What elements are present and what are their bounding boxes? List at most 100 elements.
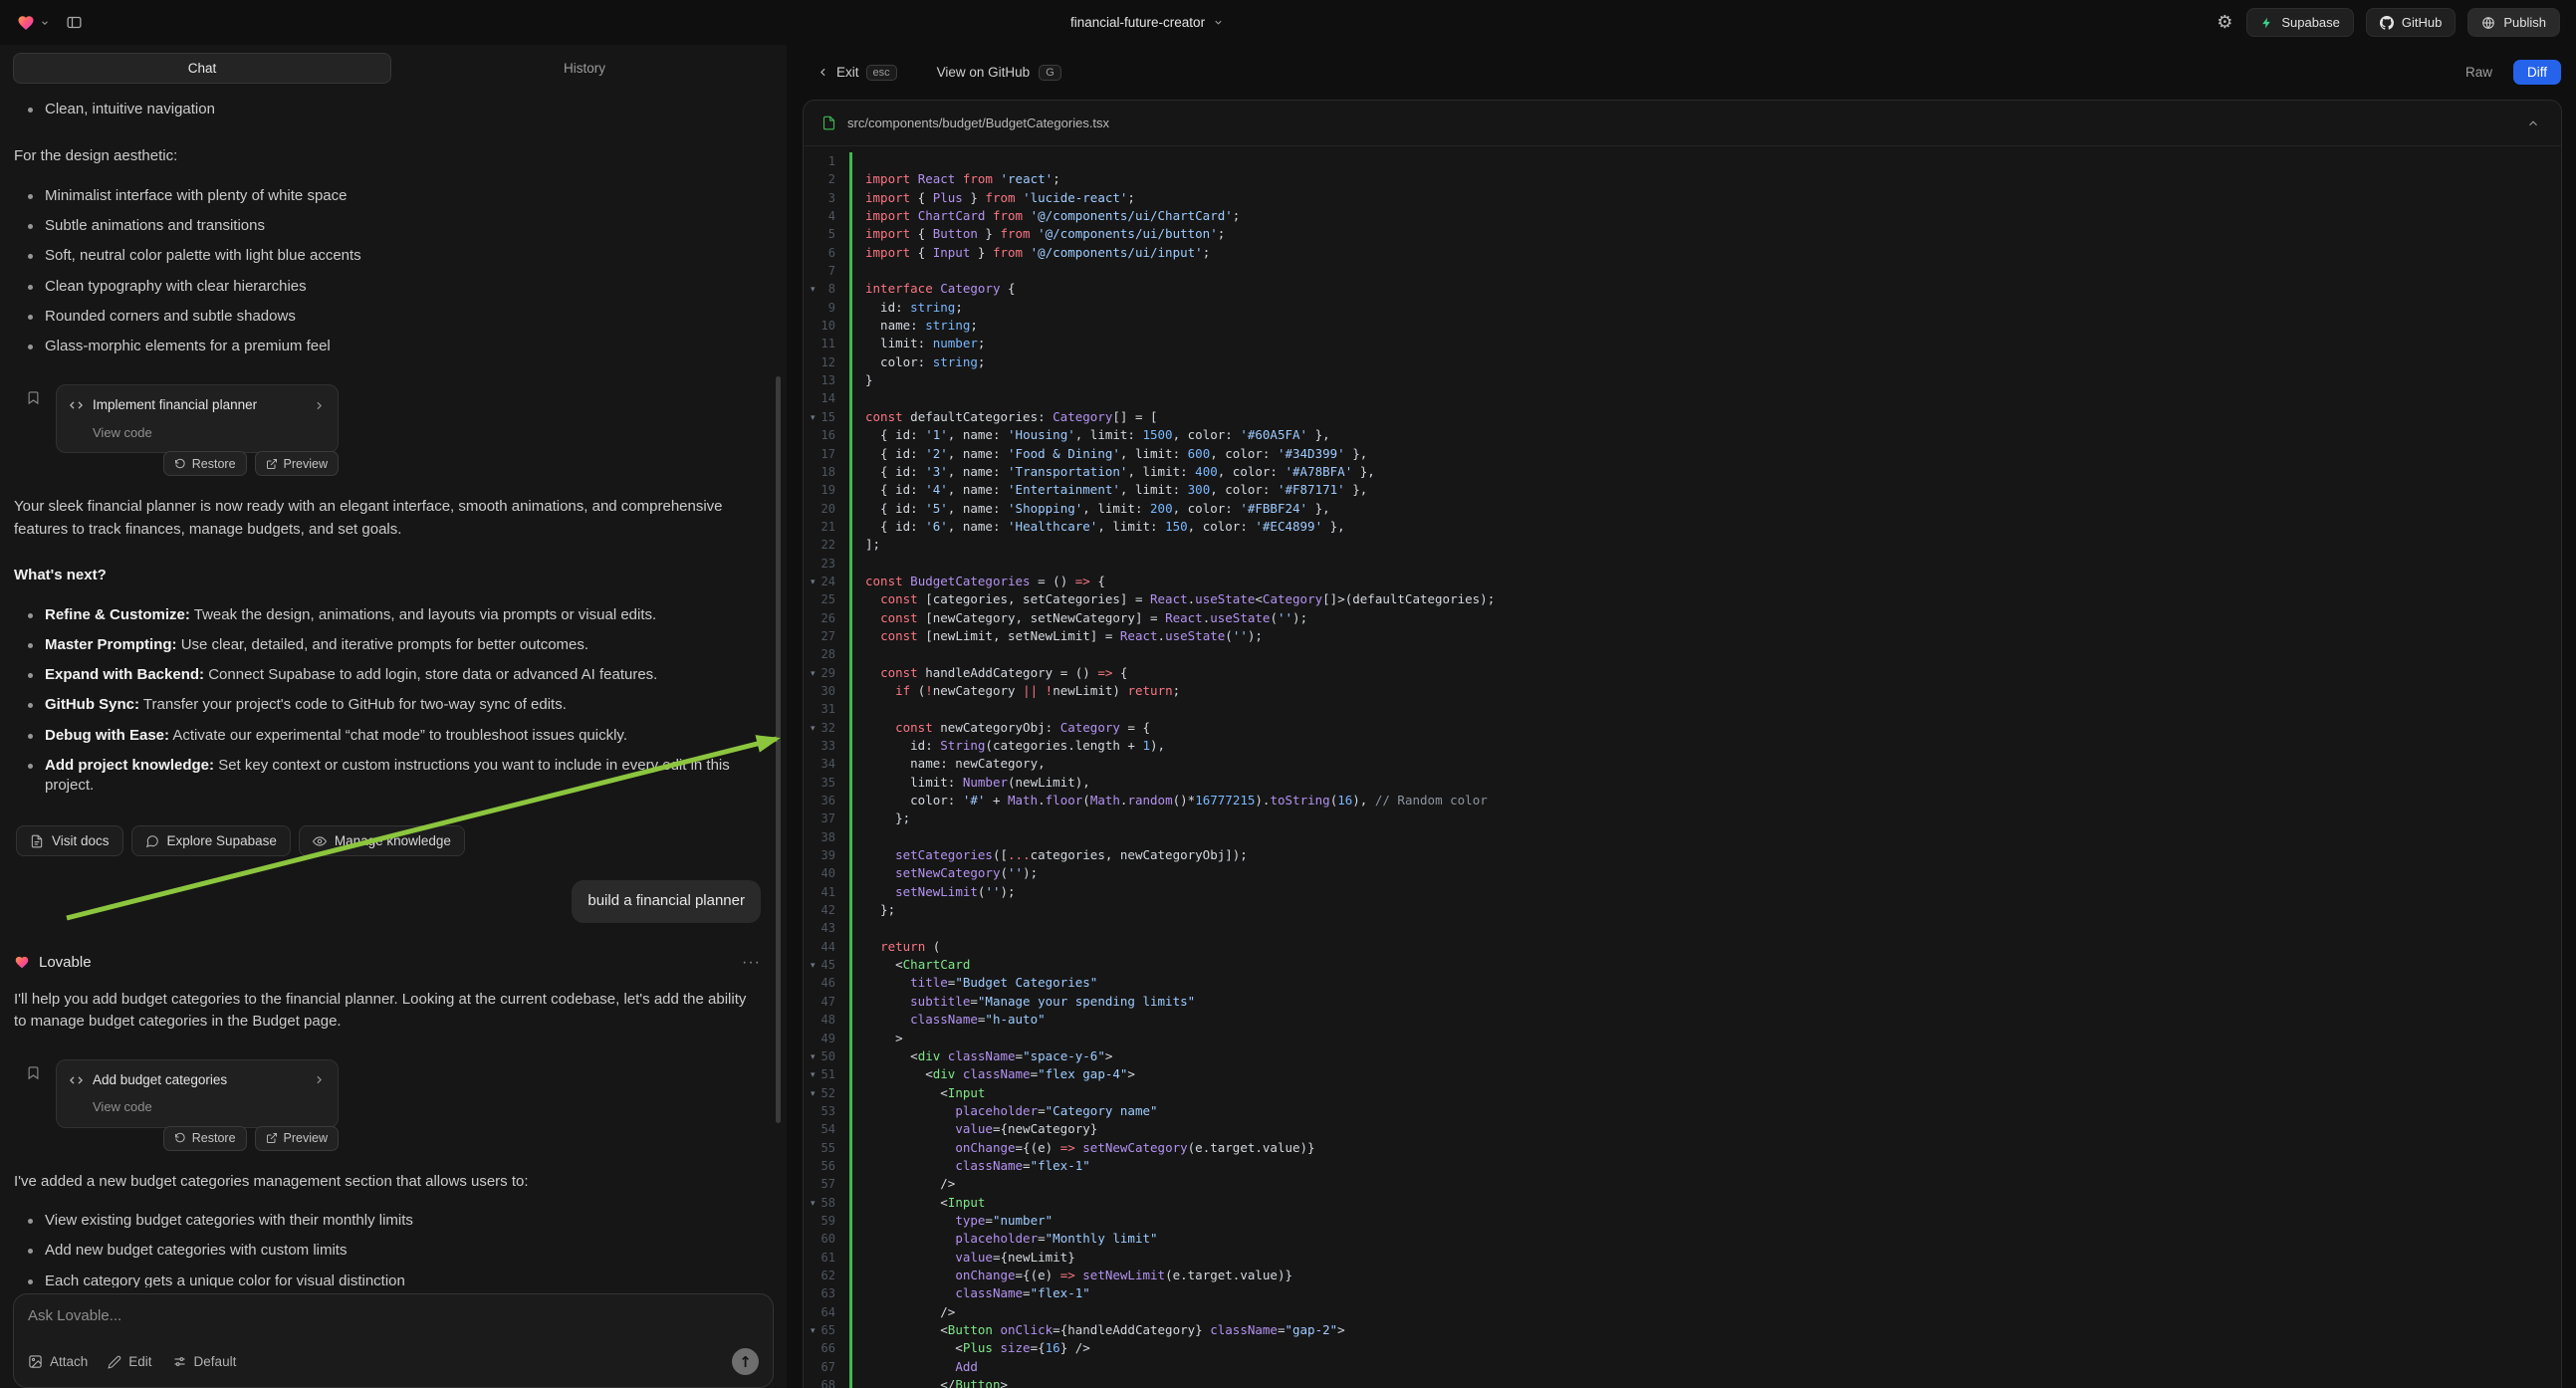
tab-chat[interactable]: Chat <box>13 53 391 84</box>
code-line-text: <ChartCard <box>849 956 2561 974</box>
code-line: ▾50 <div className="space-y-6"> <box>804 1047 2561 1065</box>
restore-button[interactable]: Restore <box>163 1126 247 1151</box>
code-viewer: Exit esc View on GitHub G Raw Diff src/c… <box>787 45 2576 1388</box>
collapse-file-button[interactable] <box>2523 114 2543 133</box>
line-number: 40 <box>804 864 849 882</box>
code-line: ▾24const BudgetCategories = () => { <box>804 573 2561 590</box>
restore-label: Restore <box>192 457 236 471</box>
preview-button[interactable]: Preview <box>255 1126 339 1151</box>
supabase-button[interactable]: Supabase <box>2246 8 2354 37</box>
explore-supabase-button[interactable]: Explore Supabase <box>131 825 291 856</box>
code-line: 57 /> <box>804 1175 2561 1193</box>
line-number: 68 <box>804 1376 849 1388</box>
attach-button[interactable]: Attach <box>28 1354 88 1369</box>
code-line-text: setNewCategory(''); <box>849 864 2561 882</box>
code-line-text: const [newLimit, setNewLimit] = React.us… <box>849 627 2561 645</box>
fold-chevron-icon[interactable]: ▾ <box>811 281 816 299</box>
chat-scrollbar[interactable] <box>776 376 781 1123</box>
globe-icon <box>2481 16 2495 30</box>
publish-button[interactable]: Publish <box>2467 8 2560 37</box>
code-line-text <box>849 828 2561 846</box>
diff-toggle-button[interactable]: Diff <box>2513 60 2561 85</box>
code-line: ▾58 <Input <box>804 1194 2561 1212</box>
line-number: 63 <box>804 1284 849 1302</box>
code-line-text: import { Input } from '@/components/ui/i… <box>849 244 2561 262</box>
code-line: 48 className="h-auto" <box>804 1011 2561 1029</box>
code-line: 38 <box>804 828 2561 846</box>
line-number: 53 <box>804 1102 849 1120</box>
code-line: ▾8interface Category { <box>804 280 2561 298</box>
fold-chevron-icon[interactable]: ▾ <box>811 665 816 683</box>
code-line: ▾15const defaultCategories: Category[] =… <box>804 408 2561 426</box>
explore-supabase-label: Explore Supabase <box>167 833 277 848</box>
code-line: 59 type="number" <box>804 1212 2561 1230</box>
code-line: 17 { id: '2', name: 'Food & Dining', lim… <box>804 445 2561 463</box>
lovable-logo-menu[interactable] <box>16 14 50 32</box>
code-line: 34 name: newCategory, <box>804 755 2561 773</box>
view-code-link[interactable]: View code <box>93 1097 326 1117</box>
file-header[interactable]: src/components/budget/BudgetCategories.t… <box>804 101 2561 146</box>
fold-chevron-icon[interactable]: ▾ <box>811 1048 816 1066</box>
raw-toggle-button[interactable]: Raw <box>2455 60 2503 85</box>
code-line: 22]; <box>804 536 2561 554</box>
toggle-sidebar-button[interactable] <box>66 14 83 31</box>
fold-chevron-icon[interactable]: ▾ <box>811 1085 816 1103</box>
assistant-header: Lovable ··· <box>14 951 761 975</box>
bullet-item: Add project knowledge: Set key context o… <box>14 756 761 797</box>
line-number: 19 <box>804 481 849 499</box>
code-line-text: { id: '1', name: 'Housing', limit: 1500,… <box>849 426 2561 444</box>
code-line-text: import React from 'react'; <box>849 170 2561 188</box>
bookmark-icon[interactable] <box>26 1065 41 1080</box>
default-mode-button[interactable]: Default <box>172 1354 237 1369</box>
fold-chevron-icon[interactable]: ▾ <box>811 1066 816 1084</box>
view-code-link[interactable]: View code <box>93 423 326 443</box>
send-button[interactable]: ↑ <box>732 1348 759 1375</box>
code-line-text: type="number" <box>849 1212 2561 1230</box>
visit-docs-button[interactable]: Visit docs <box>16 825 123 856</box>
line-number: 26 <box>804 609 849 627</box>
code-line-text: const [newCategory, setNewCategory] = Re… <box>849 609 2561 627</box>
bullet-item: Subtle animations and transitions <box>14 216 761 236</box>
more-options-icon[interactable]: ··· <box>742 951 761 975</box>
preview-button[interactable]: Preview <box>255 451 339 476</box>
code-line-text: value={newLimit} <box>849 1249 2561 1267</box>
code-line-text: Add <box>849 1358 2561 1376</box>
code-line-text: placeholder="Monthly limit" <box>849 1230 2561 1248</box>
manage-knowledge-button[interactable]: Manage knowledge <box>299 825 465 856</box>
code-line-text: import ChartCard from '@/components/ui/C… <box>849 207 2561 225</box>
code-line: 62 onChange={(e) => setNewLimit(e.target… <box>804 1267 2561 1284</box>
exit-button[interactable]: Exit esc <box>817 65 897 81</box>
code-line-text: </Button> <box>849 1376 2561 1388</box>
fold-chevron-icon[interactable]: ▾ <box>811 1322 816 1340</box>
edit-mode-button[interactable]: Edit <box>108 1354 151 1369</box>
fold-chevron-icon[interactable]: ▾ <box>811 720 816 738</box>
fold-chevron-icon[interactable]: ▾ <box>811 409 816 427</box>
tab-history[interactable]: History <box>395 53 774 84</box>
line-number: 28 <box>804 645 849 663</box>
line-number: 37 <box>804 810 849 827</box>
line-number: 14 <box>804 389 849 407</box>
fold-chevron-icon[interactable]: ▾ <box>811 957 816 975</box>
line-number: 67 <box>804 1358 849 1376</box>
project-switcher[interactable]: financial-future-creator <box>1070 0 1224 45</box>
code-line-text: <div className="flex gap-4"> <box>849 1065 2561 1083</box>
fold-chevron-icon[interactable]: ▾ <box>811 574 816 591</box>
bookmark-icon[interactable] <box>26 390 41 405</box>
visit-docs-label: Visit docs <box>52 833 110 848</box>
restore-button[interactable]: Restore <box>163 451 247 476</box>
topbar: financial-future-creator ⚙ Supabase GitH… <box>0 0 2576 45</box>
prompt-input[interactable]: Ask Lovable... <box>28 1307 759 1324</box>
fold-chevron-icon[interactable]: ▾ <box>811 1195 816 1213</box>
github-button[interactable]: GitHub <box>2366 8 2456 37</box>
settings-button[interactable]: ⚙ <box>2215 12 2234 34</box>
code-line-text: { id: '4', name: 'Entertainment', limit:… <box>849 481 2561 499</box>
bullet-item: Rounded corners and subtle shadows <box>14 307 761 327</box>
code-change-card[interactable]: Implement financial planner View code <box>56 384 339 453</box>
code-change-card[interactable]: Add budget categories View code <box>56 1059 339 1128</box>
code-line-text: import { Plus } from 'lucide-react'; <box>849 189 2561 207</box>
line-number: 13 <box>804 371 849 389</box>
code-line-text: { id: '6', name: 'Healthcare', limit: 15… <box>849 518 2561 536</box>
view-on-github-button[interactable]: View on GitHub G <box>937 65 1061 81</box>
code-line-text: const defaultCategories: Category[] = [ <box>849 408 2561 426</box>
code-line-text: <Button onClick={handleAddCategory} clas… <box>849 1321 2561 1339</box>
